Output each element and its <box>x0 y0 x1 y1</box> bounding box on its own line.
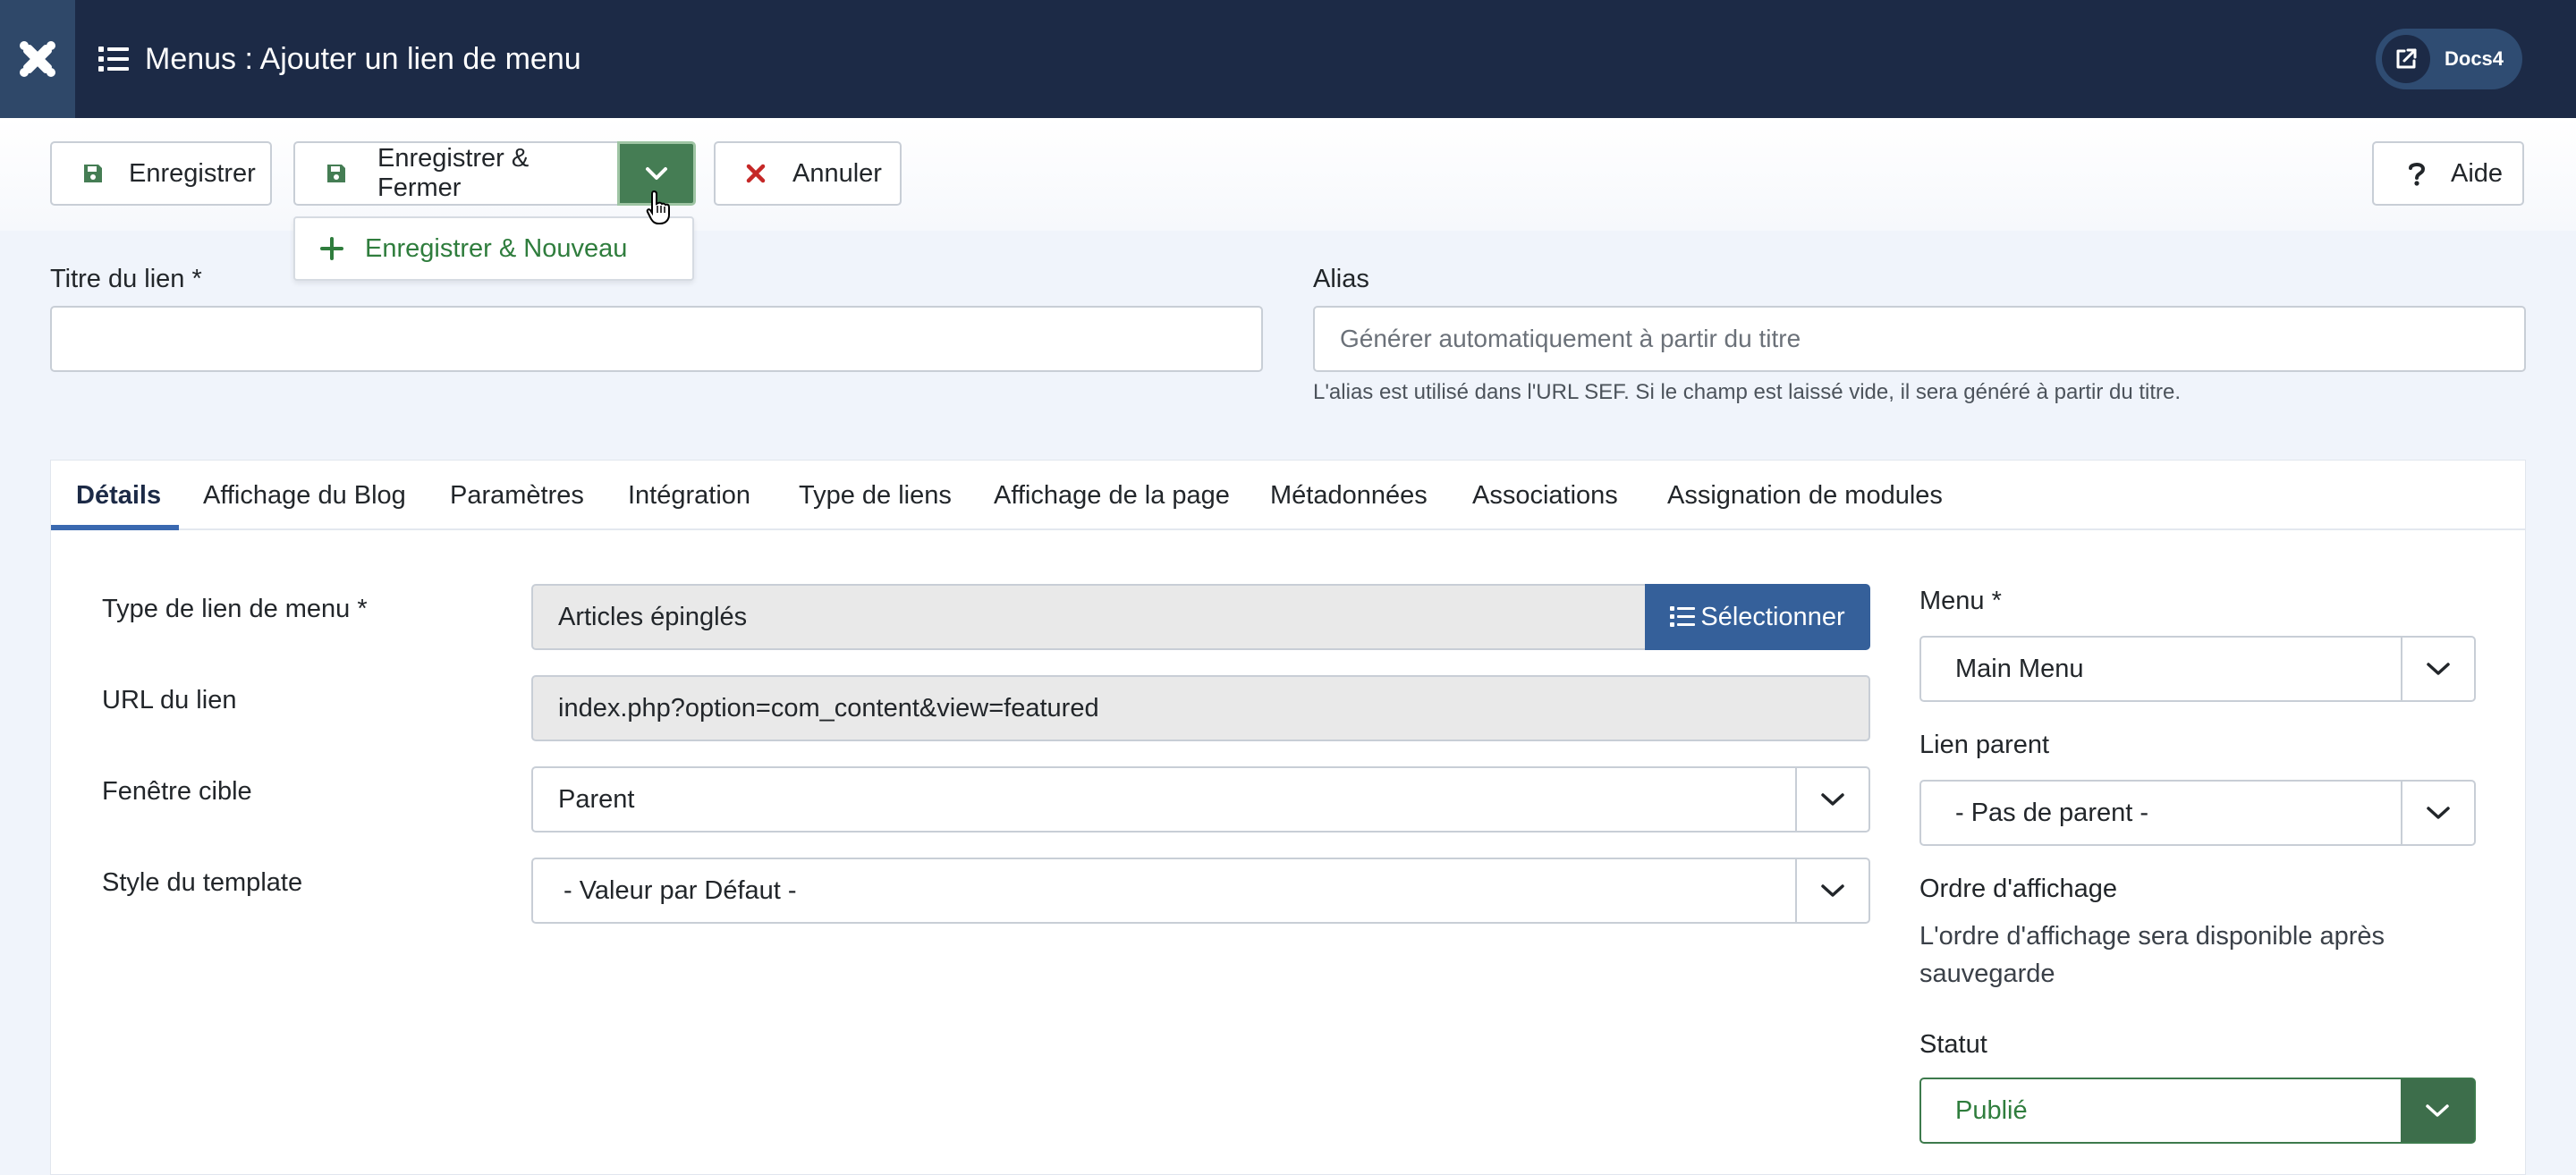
floppy-disk-icon <box>326 163 347 184</box>
help-button[interactable]: Aide <box>2372 141 2524 206</box>
plus-icon <box>320 237 343 260</box>
external-link-icon <box>2382 35 2430 83</box>
title-label: Titre du lien * <box>50 265 202 293</box>
ordering-note-line-2: sauvegarde <box>1919 959 2055 988</box>
question-icon <box>2408 161 2426 186</box>
tabs-card: Détails Affichage du Blog Paramètres Int… <box>50 460 2526 1175</box>
parent-item-label: Lien parent <box>1919 731 2050 759</box>
list-icon <box>1670 606 1696 627</box>
ordering-label: Ordre d'affichage <box>1919 875 2118 903</box>
alias-label: Alias <box>1313 265 1369 293</box>
tab-page-display[interactable]: Affichage de la page <box>994 461 1230 530</box>
alias-input[interactable] <box>1313 306 2526 372</box>
menu-label: Menu * <box>1919 587 2002 615</box>
tab-integration[interactable]: Intégration <box>628 461 750 530</box>
alias-hint: L'alias est utilisé dans l'URL SEF. Si l… <box>1313 380 2182 404</box>
save-close-label: Enregistrer & Fermer <box>377 144 530 202</box>
toolbar: Enregistrer Enregistrer & Fermer Annuler <box>0 118 2576 231</box>
save-button[interactable]: Enregistrer <box>50 141 272 206</box>
template-style-label: Style du template <box>102 868 303 897</box>
menu-type-value: Articles épinglés <box>558 602 748 631</box>
status-label: Statut <box>1919 1030 1987 1059</box>
docs-label: Docs4 <box>2445 47 2504 70</box>
select-menu-type-button[interactable]: Sélectionner <box>1645 584 1870 650</box>
page-title: Menus : Ajouter un lien de menu <box>145 41 581 76</box>
status-value: Publié <box>1955 1095 2028 1125</box>
template-style-value: - Valeur par Défaut - <box>564 875 797 905</box>
cancel-button[interactable]: Annuler <box>714 141 902 206</box>
chevron-down-icon <box>2401 782 2474 844</box>
url-label: URL du lien <box>102 686 237 714</box>
ordering-note-line-1: L'ordre d'affichage sera disponible aprè… <box>1919 922 2385 951</box>
menu-value: Main Menu <box>1955 654 2084 683</box>
url-value: index.php?option=com_content&view=featur… <box>558 693 1099 723</box>
joomla-logo-icon <box>20 41 55 77</box>
chevron-down-icon <box>2401 638 2474 700</box>
tab-bar: Détails Affichage du Blog Paramètres Int… <box>51 461 2525 530</box>
floppy-disk-icon <box>82 163 104 184</box>
save-label: Enregistrer <box>129 158 256 188</box>
template-style-select[interactable]: - Valeur par Défaut - <box>531 858 1870 924</box>
chevron-down-icon <box>2401 1079 2474 1142</box>
tab-module-assignment[interactable]: Assignation de modules <box>1667 461 1943 530</box>
target-window-value: Parent <box>558 784 635 814</box>
save-new-menu-item[interactable]: Enregistrer & Nouveau <box>293 216 694 281</box>
target-window-label: Fenêtre cible <box>102 777 252 806</box>
tab-associations[interactable]: Associations <box>1472 461 1618 530</box>
save-close-button[interactable]: Enregistrer & Fermer <box>293 141 619 206</box>
select-button-label: Sélectionner <box>1700 602 1845 631</box>
docs-button[interactable]: Docs4 <box>2376 29 2522 89</box>
target-window-select[interactable]: Parent <box>531 766 1870 833</box>
tab-link-type[interactable]: Type de liens <box>799 461 952 530</box>
tab-metadata[interactable]: Métadonnées <box>1270 461 1428 530</box>
parent-item-value: - Pas de parent - <box>1955 798 2148 827</box>
hand-cursor-icon <box>646 190 670 224</box>
active-tab-indicator <box>51 525 179 530</box>
chevron-down-icon <box>646 167 667 180</box>
cancel-label: Annuler <box>792 158 882 188</box>
status-select[interactable]: Publié <box>1919 1078 2476 1144</box>
tab-blog-layout[interactable]: Affichage du Blog <box>203 461 406 530</box>
menu-type-label: Type de lien de menu * <box>102 595 368 623</box>
save-new-label: Enregistrer & Nouveau <box>365 233 628 263</box>
title-input[interactable] <box>50 306 1263 372</box>
joomla-logo[interactable] <box>0 0 75 118</box>
page-title-wrap: Menus : Ajouter un lien de menu <box>98 42 581 77</box>
close-icon <box>746 164 766 183</box>
app-header: Menus : Ajouter un lien de menu Docs4 <box>0 0 2576 118</box>
list-icon <box>98 46 129 72</box>
url-field: index.php?option=com_content&view=featur… <box>531 675 1870 741</box>
menu-type-field: Articles épinglés <box>531 584 1653 650</box>
chevron-down-icon <box>1795 859 1868 922</box>
tab-options[interactable]: Paramètres <box>450 461 584 530</box>
parent-item-select[interactable]: - Pas de parent - <box>1919 780 2476 846</box>
tab-details[interactable]: Détails <box>76 461 161 530</box>
help-label: Aide <box>2451 158 2504 188</box>
chevron-down-icon <box>1795 768 1868 831</box>
menu-select[interactable]: Main Menu <box>1919 636 2476 702</box>
